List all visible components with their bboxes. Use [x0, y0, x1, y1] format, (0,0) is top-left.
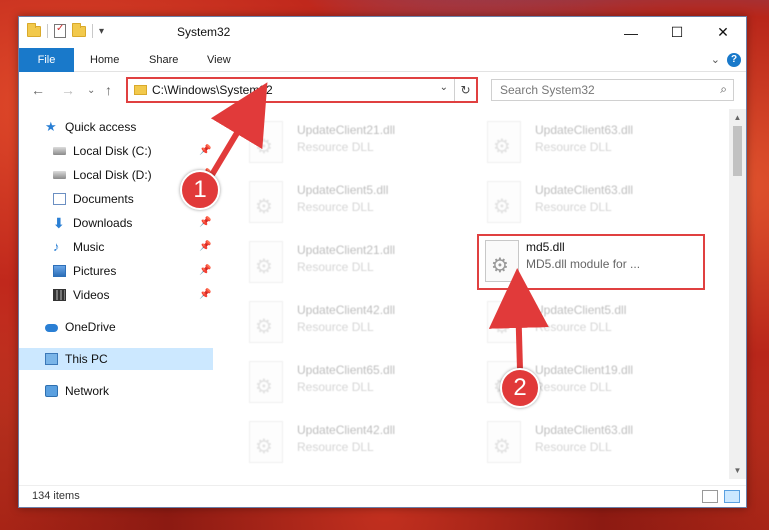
scroll-down-icon[interactable]: ▼ [729, 462, 746, 479]
address-row: ← → ⌄ ↑ C:\Windows\System32 ⌄ ↻ Search S… [19, 73, 746, 107]
properties-icon[interactable] [54, 23, 66, 38]
tiles-view-icon[interactable] [724, 490, 740, 503]
callout-badge-1: 1 [180, 170, 220, 210]
dll-file-icon [249, 361, 283, 403]
drive-icon [53, 147, 66, 155]
file-item[interactable]: UpdateClient21.dll Resource DLL [231, 115, 459, 171]
search-input[interactable]: Search System32 ⌕ [491, 79, 734, 101]
network-icon [45, 385, 58, 397]
film-icon [53, 289, 66, 301]
help-icon[interactable]: ? [727, 53, 741, 67]
pin-icon: 📌 [199, 289, 212, 300]
file-item[interactable]: UpdateClient21.dll Resource DLL [231, 235, 459, 291]
customize-toolbar-dropdown-icon[interactable]: ▾ [99, 26, 104, 37]
pin-icon: 📌 [199, 265, 212, 276]
sidebar-item-onedrive[interactable]: OneDrive [19, 316, 213, 338]
dll-file-icon [249, 241, 283, 283]
sidebar-item-downloads[interactable]: ⬇ Downloads 📌 [19, 212, 213, 234]
file-item[interactable]: UpdateClient63.dll Resource DLL [469, 415, 697, 471]
tab-view[interactable]: View [207, 48, 231, 72]
star-icon: ★ [45, 119, 57, 134]
file-item[interactable]: UpdateClient5.dll Resource DLL [231, 175, 459, 231]
address-path[interactable]: C:\Windows\System32 [152, 83, 273, 97]
cloud-icon [45, 324, 58, 332]
pictures-icon [53, 265, 66, 277]
file-item[interactable]: UpdateClient63.dll Resource DLL [469, 175, 697, 231]
pin-icon: 📌 [199, 217, 212, 228]
folder-icon [134, 85, 147, 95]
dll-file-icon [249, 121, 283, 163]
scroll-up-icon[interactable]: ▲ [729, 109, 746, 126]
navigation-pane: ★ Quick access Local Disk (C:) 📌 Local D… [19, 109, 213, 479]
sidebar-item-network[interactable]: Network [19, 380, 213, 402]
sidebar-item-quick-access[interactable]: ★ Quick access [19, 116, 213, 138]
up-icon[interactable]: ↑ [105, 82, 112, 98]
dll-file-icon [485, 240, 519, 282]
dll-file-icon [487, 181, 521, 223]
file-item[interactable]: UpdateClient42.dll Resource DLL [231, 295, 459, 351]
drive-icon [53, 171, 66, 179]
dll-file-icon [487, 121, 521, 163]
window-controls: — ☐ ✕ [608, 17, 746, 48]
details-view-icon[interactable] [702, 490, 718, 503]
scroll-thumb[interactable] [733, 126, 742, 176]
dll-file-icon [249, 421, 283, 463]
toolbar-divider [92, 24, 93, 38]
sidebar-item-this-pc[interactable]: This PC [19, 348, 213, 370]
dll-file-icon [249, 181, 283, 223]
file-item[interactable]: UpdateClient63.dll Resource DLL [469, 115, 697, 171]
status-bar: 134 items [19, 485, 746, 507]
ribbon-tabs: File Home Share View ⌄ ? [19, 48, 746, 72]
refresh-icon[interactable]: ↻ [454, 79, 476, 101]
computer-icon [45, 353, 58, 365]
item-count: 134 items [32, 490, 80, 502]
search-icon[interactable]: ⌕ [720, 82, 727, 97]
file-item[interactable]: UpdateClient42.dll Resource DLL [231, 415, 459, 471]
address-bar[interactable]: C:\Windows\System32 ⌄ ↻ [126, 77, 478, 103]
file-item[interactable]: UpdateClient65.dll Resource DLL [231, 355, 459, 411]
forward-icon[interactable]: → [61, 82, 75, 98]
download-arrow-icon: ⬇ [53, 215, 65, 231]
sidebar-item-pictures[interactable]: Pictures 📌 [19, 260, 213, 282]
tab-share[interactable]: Share [149, 48, 178, 72]
vertical-scrollbar[interactable]: ▲ ▼ [729, 109, 746, 479]
view-toggle [702, 490, 740, 503]
sidebar-item-local-disk-c[interactable]: Local Disk (C:) 📌 [19, 140, 213, 162]
recent-locations-icon[interactable]: ⌄ [87, 85, 95, 96]
dll-file-icon [487, 421, 521, 463]
pin-icon: 📌 [199, 241, 212, 252]
pin-icon: 📌 [199, 145, 212, 156]
address-dropdown-icon[interactable]: ⌄ [440, 82, 448, 93]
back-icon[interactable]: ← [31, 82, 45, 98]
window-title: System32 [177, 25, 231, 39]
callout-badge-2: 2 [500, 368, 540, 408]
quick-access-toolbar: ▾ [27, 22, 104, 38]
title-bar: ▾ System32 — ☐ ✕ [19, 17, 746, 48]
close-button[interactable]: ✕ [700, 17, 746, 48]
expand-ribbon-icon[interactable]: ⌄ [711, 53, 720, 66]
music-note-icon: ♪ [53, 239, 60, 254]
explorer-window: ▾ System32 — ☐ ✕ File Home Share View ⌄ … [18, 16, 747, 508]
sidebar-item-music[interactable]: ♪ Music 📌 [19, 236, 213, 258]
file-item[interactable]: UpdateClient5.dll Resource DLL [469, 295, 697, 351]
md5-dll-file[interactable]: md5.dll MD5.dll module for ... [477, 234, 705, 290]
dll-file-icon [249, 301, 283, 343]
sidebar-item-videos[interactable]: Videos 📌 [19, 284, 213, 306]
maximize-button[interactable]: ☐ [654, 17, 700, 48]
toolbar-divider [47, 24, 48, 38]
tab-home[interactable]: Home [90, 48, 119, 72]
minimize-button[interactable]: — [608, 17, 654, 48]
documents-icon [53, 193, 66, 205]
new-folder-icon[interactable] [72, 22, 86, 37]
search-placeholder: Search System32 [500, 83, 595, 97]
tab-file[interactable]: File [19, 48, 74, 72]
dll-file-icon [487, 301, 521, 343]
file-list: UpdateClient21.dll Resource DLL UpdateCl… [219, 109, 729, 479]
folder-icon [27, 22, 41, 37]
